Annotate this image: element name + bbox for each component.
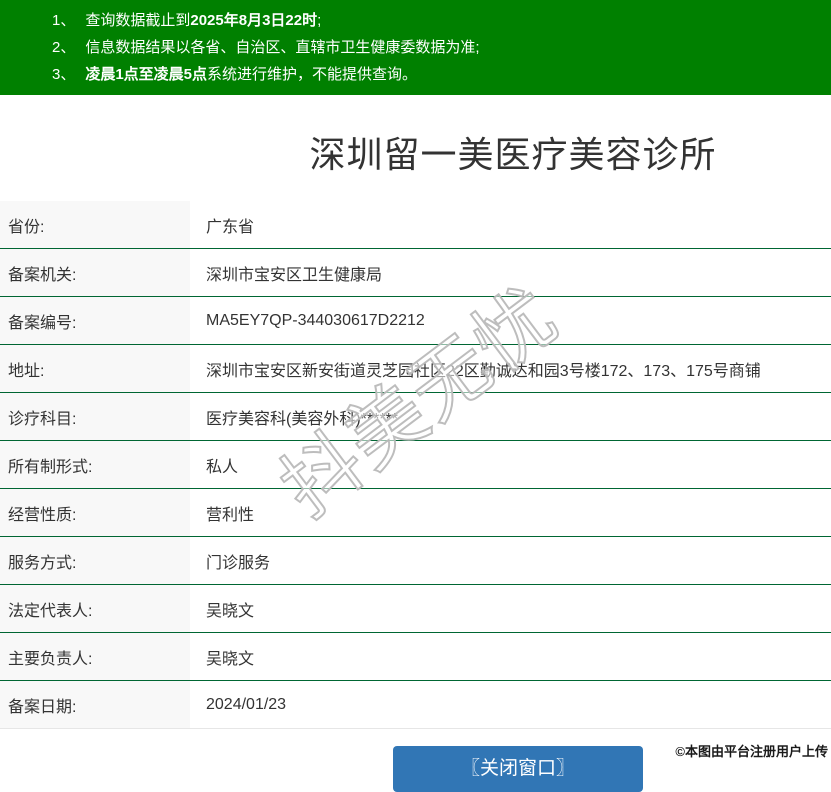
table-row-ownership-form: 所有制形式: 私人 [0, 441, 831, 489]
notice-number: 2、 [52, 39, 75, 56]
title-container: 深圳留一美医疗美容诊所 [195, 126, 831, 178]
row-value: 深圳市宝安区卫生健康局 [190, 249, 831, 296]
table-row-treatment-subjects: 诊疗科目: 医疗美容科(美容外科)****** [0, 393, 831, 441]
row-label: 备案日期: [0, 681, 190, 728]
notice-text: 系统进行维护，不能提供查询。 [207, 66, 417, 83]
row-label: 诊疗科目: [0, 393, 190, 440]
table-row-province: 省份: 广东省 [0, 201, 831, 249]
record-table: 省份: 广东省 备案机关: 深圳市宝安区卫生健康局 备案编号: MA5EY7QP… [0, 201, 831, 729]
row-value: 2024/01/23 [190, 681, 831, 728]
row-value: 深圳市宝安区新安街道灵芝园社区22区勤诚达和园3号楼172、173、175号商铺 [190, 345, 831, 392]
close-window-button[interactable]: 〖关闭窗口〗 [393, 746, 643, 792]
row-value: 私人 [190, 441, 831, 488]
row-label: 备案编号: [0, 297, 190, 344]
row-label: 地址: [0, 345, 190, 392]
table-row-service-mode: 服务方式: 门诊服务 [0, 537, 831, 585]
row-value: 医疗美容科(美容外科)****** [190, 393, 831, 440]
notice-line-3: 3、凌晨1点至凌晨5点系统进行维护，不能提供查询。 [52, 61, 831, 88]
notice-text-bold: 2025年8月3日22时 [190, 12, 317, 29]
table-row-filing-authority: 备案机关: 深圳市宝安区卫生健康局 [0, 249, 831, 297]
notice-text-bold: 凌晨1点至凌晨5点 [85, 66, 207, 83]
table-row-legal-representative: 法定代表人: 吴晓文 [0, 585, 831, 633]
row-label: 服务方式: [0, 537, 190, 584]
notice-text: 信息数据结果以各省、自治区、直辖市卫生健康委数据为准; [85, 39, 479, 56]
notice-line-1: 1、查询数据截止到2025年8月3日22时; [52, 7, 831, 34]
notice-banner: 1、查询数据截止到2025年8月3日22时; 2、信息数据结果以各省、自治区、直… [0, 0, 831, 95]
table-row-main-person-in-charge: 主要负责人: 吴晓文 [0, 633, 831, 681]
table-row-business-nature: 经营性质: 营利性 [0, 489, 831, 537]
row-value: 吴晓文 [190, 585, 831, 632]
row-value: 广东省 [190, 201, 831, 248]
row-value: 吴晓文 [190, 633, 831, 680]
notice-number: 3、 [52, 66, 75, 83]
row-value: 门诊服务 [190, 537, 831, 584]
table-row-filing-number: 备案编号: MA5EY7QP-344030617D2212 [0, 297, 831, 345]
notice-text: ; [317, 12, 321, 29]
notice-number: 1、 [52, 12, 75, 29]
row-label: 法定代表人: [0, 585, 190, 632]
row-label: 主要负责人: [0, 633, 190, 680]
row-label: 省份: [0, 201, 190, 248]
uploader-watermark: ©本图由平台注册用户上传 [675, 741, 828, 760]
table-row-filing-date: 备案日期: 2024/01/23 [0, 681, 831, 729]
notice-line-2: 2、信息数据结果以各省、自治区、直辖市卫生健康委数据为准; [52, 34, 831, 61]
notice-text: 查询数据截止到 [85, 12, 190, 29]
row-label: 所有制形式: [0, 441, 190, 488]
row-value: MA5EY7QP-344030617D2212 [190, 297, 831, 344]
row-label: 备案机关: [0, 249, 190, 296]
table-row-address: 地址: 深圳市宝安区新安街道灵芝园社区22区勤诚达和园3号楼172、173、17… [0, 345, 831, 393]
page-title: 深圳留一美医疗美容诊所 [195, 126, 831, 178]
row-value: 营利性 [190, 489, 831, 536]
row-label: 经营性质: [0, 489, 190, 536]
